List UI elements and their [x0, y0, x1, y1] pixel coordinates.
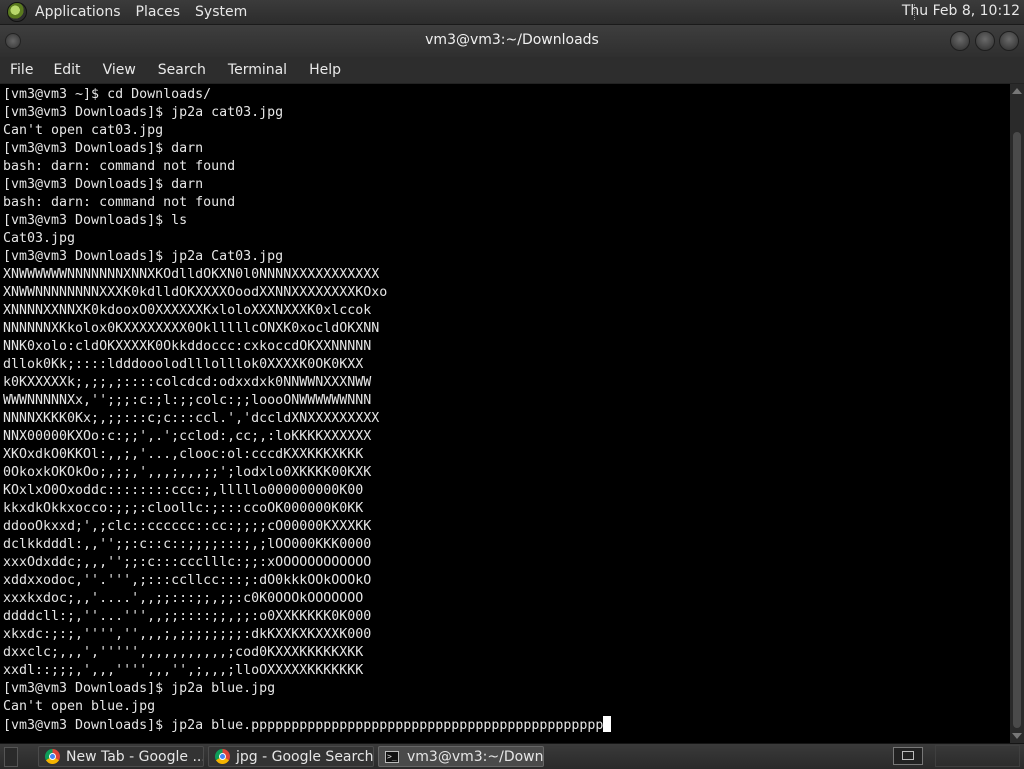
taskbar-item-label: vm3@vm3:~/Downl... — [407, 748, 544, 765]
terminal-menubar: File Edit View Search Terminal Help — [0, 57, 1024, 84]
terminal-line: bash: darn: command not found — [3, 159, 236, 174]
terminal-line: Cat03.jpg — [3, 231, 76, 246]
top-panel: Applications Places System Thu Feb 8, 10… — [0, 0, 1024, 25]
taskbar-item-new-tab[interactable]: New Tab - Google ... — [38, 746, 204, 767]
ascii-art-line: 0OkoxkOKOkOo;,;;,',,,;,,,;;';lodxlo0XKKK… — [3, 465, 372, 480]
terminal-line: [vm3@vm3 Downloads]$ jp2a Cat03.jpg — [3, 249, 284, 264]
ascii-art-line: WWWNNNNNXx,'';;;:c:;l:;;colc:;;loooONWWW… — [3, 393, 372, 408]
current-command: [vm3@vm3 Downloads]$ jp2a blue.ppppppppp… — [3, 718, 604, 733]
ascii-art-line: XNWWNNNNNNNNXXXK0kdlldOKXXXXOoodXXNNXXXX… — [3, 285, 388, 300]
terminal-line: [vm3@vm3 Downloads]$ jp2a blue.jpg — [3, 681, 276, 696]
terminal-line: bash: darn: command not found — [3, 195, 236, 210]
menu-file[interactable]: File — [10, 62, 33, 78]
terminal-scrollbar[interactable] — [1010, 84, 1024, 743]
menu-applications[interactable]: Applications — [35, 4, 121, 20]
terminal-line: [vm3@vm3 ~]$ cd Downloads/ — [3, 87, 212, 102]
ascii-art-line: xxxkxdoc;,,'....',,;;:::;;,;;:c0K0OOOkOO… — [3, 591, 364, 606]
menu-search[interactable]: Search — [158, 62, 206, 78]
menu-help[interactable]: Help — [309, 62, 341, 78]
minimize-button[interactable] — [950, 31, 970, 51]
scrollbar-thumb[interactable] — [1013, 132, 1021, 728]
ascii-art-line: xxdl::;;;,',,,'''',,,'',;,,,;lloOXXXXXKK… — [3, 663, 364, 678]
terminal-line: [vm3@vm3 Downloads]$ jp2a cat03.jpg — [3, 105, 284, 120]
menu-system[interactable]: System — [195, 4, 247, 20]
chrome-icon — [45, 749, 60, 764]
workspace-switcher-icon[interactable] — [893, 747, 923, 765]
ascii-art-line: NNNNXKKK0Kx;,;;:::c;c:::ccl.','dccldXNXX… — [3, 411, 380, 426]
window-title: vm3@vm3:~/Downloads — [425, 32, 599, 48]
ascii-art-line: kkxdkOkkxocco:;;;:cloollc:;:::ccoOK00000… — [3, 501, 364, 516]
taskbar-item-google-search[interactable]: jpg - Google Search... — [208, 746, 374, 767]
bottom-panel: New Tab - Google ... jpg - Google Search… — [0, 743, 1024, 769]
maximize-button[interactable] — [975, 31, 995, 51]
distro-logo-icon[interactable] — [7, 2, 27, 22]
ascii-art-line: NNK0xolo:cldOKXXXXK0Okkddoccc:cxkoccdOKX… — [3, 339, 372, 354]
show-desktop-button[interactable] — [4, 746, 18, 767]
ascii-art-line: ddddcll:;,''...''',,;;::::;;,;;:o0XXKKKK… — [3, 609, 372, 624]
ascii-art-line: xxxOdxddc;,,,'';;:c:::ccclllc:;;:xOOOOOO… — [3, 555, 372, 570]
terminal-prompt-line[interactable]: [vm3@vm3 Downloads]$ jp2a blue.ppppppppp… — [3, 716, 1010, 734]
ascii-art-line: dllok0Kk;::::ldddooolodlllolllok0XXXXK0O… — [3, 357, 364, 372]
terminal-icon: >_ — [385, 750, 399, 763]
taskbar-item-label: New Tab - Google ... — [66, 748, 204, 765]
ascii-art-line: XKOxdkO0KKOl:,,;,'...,clooc:ol:cccdKXXKK… — [3, 447, 364, 462]
ascii-art-line: NNNNNNXKkolox0KXXXXXXXX0OklllllcONXK0xoc… — [3, 321, 380, 336]
terminal-output[interactable]: [vm3@vm3 ~]$ cd Downloads/ [vm3@vm3 Down… — [0, 84, 1010, 743]
ascii-art-line: k0KXXXXXk;,;;,;::::colcdcd:odxxdxk0NNWWN… — [3, 375, 372, 390]
ascii-art-line: dxxclc;,,,',''''',,,,,,,,,,,;cod0KXXXKKK… — [3, 645, 364, 660]
clock[interactable]: Thu Feb 8, 10:12 — [902, 3, 1020, 19]
text-cursor — [603, 716, 612, 732]
chrome-icon — [215, 749, 230, 764]
ascii-art-line: xkxdc:;:;,'''','',,,;,;;;;;;;;:dkKXXKXKX… — [3, 627, 372, 642]
ascii-art-line: XNWWWWWWNNNNNNNXNNXKOdlldOKXN0l0NNNNXXXX… — [3, 267, 380, 282]
menu-terminal[interactable]: Terminal — [228, 62, 287, 78]
ascii-art-line: xddxxodoc,''.''',;:::ccllcc:::;:dO0kkkOO… — [3, 573, 372, 588]
ascii-art-line: XNNNNXXNNXK0kdooxO0XXXXXXKxloloXXXNXXXK0… — [3, 303, 372, 318]
taskbar-item-label: jpg - Google Search... — [236, 748, 374, 765]
window-menu-icon[interactable] — [5, 33, 21, 49]
window-titlebar[interactable]: vm3@vm3:~/Downloads — [0, 25, 1024, 57]
ascii-art-line: NNX00000KXOo:c:;;',.';cclod:,cc;,:loKKKK… — [3, 429, 372, 444]
ascii-art-line: KOxlxO0Oxoddc::::::::ccc:;,lllllo0000000… — [3, 483, 364, 498]
terminal-line: [vm3@vm3 Downloads]$ ls — [3, 213, 188, 228]
close-button[interactable] — [999, 31, 1019, 51]
terminal-line: Can't open blue.jpg — [3, 699, 156, 714]
terminal-line: Can't open cat03.jpg — [3, 123, 164, 138]
scroll-down-icon[interactable] — [1012, 733, 1022, 739]
scroll-up-icon[interactable] — [1012, 88, 1022, 94]
menu-view[interactable]: View — [103, 62, 136, 78]
menu-places[interactable]: Places — [136, 4, 181, 20]
terminal-line: [vm3@vm3 Downloads]$ darn — [3, 177, 204, 192]
ascii-art-line: dclkkdddl:,,'';;:c::c::;;;;:::;,;lOO000K… — [3, 537, 372, 552]
terminal-line: [vm3@vm3 Downloads]$ darn — [3, 141, 204, 156]
taskbar-item-terminal[interactable]: >_ vm3@vm3:~/Downl... — [378, 746, 544, 767]
workspace-switcher[interactable] — [935, 745, 1020, 767]
menu-edit[interactable]: Edit — [53, 62, 80, 78]
ascii-art-line: ddooOkxxd;',;clc::cccccc::cc:;;;;cO00000… — [3, 519, 372, 534]
